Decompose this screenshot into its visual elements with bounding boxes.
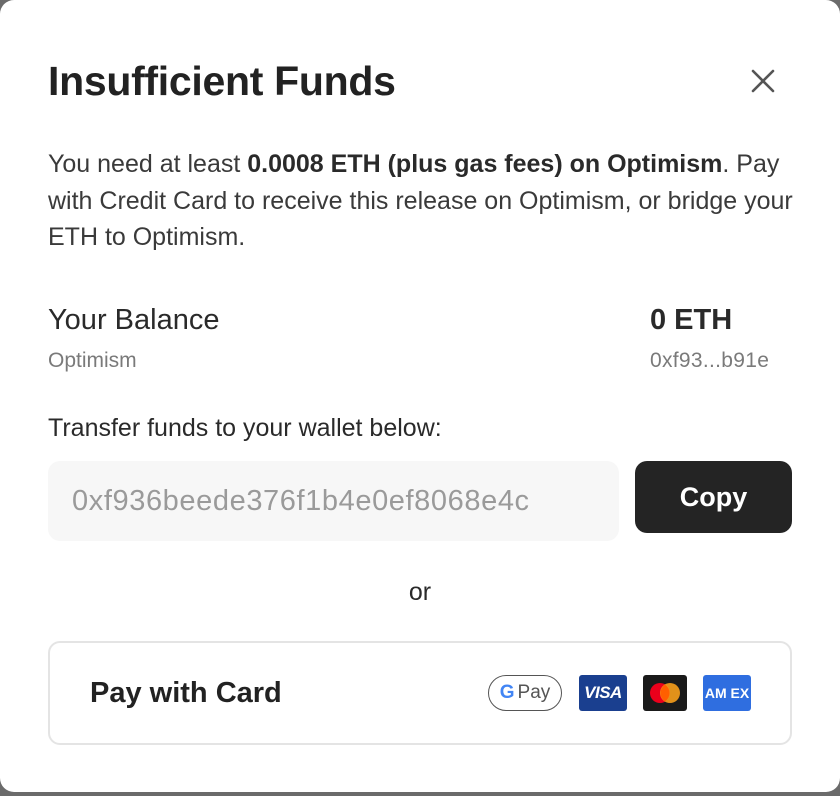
- insufficient-funds-dialog: Insufficient Funds You need at least 0.0…: [0, 0, 840, 792]
- amex-logo: AM EX: [703, 675, 751, 711]
- close-button[interactable]: [746, 64, 780, 98]
- balance-network: Optimism: [48, 349, 137, 372]
- transfer-instruction: Transfer funds to your wallet below:: [48, 414, 442, 442]
- description-prefix: You need at least: [48, 150, 248, 178]
- dialog-description: You need at least 0.0008 ETH (plus gas f…: [48, 146, 798, 256]
- balance-value: 0 ETH: [650, 304, 733, 336]
- wallet-address-short: 0xf93...b91e: [650, 349, 770, 372]
- google-pay-logo: G Pay: [488, 675, 562, 711]
- wallet-address-field[interactable]: [48, 461, 619, 541]
- divider-or: or: [408, 578, 432, 606]
- pay-with-card-label: Pay with Card: [90, 677, 282, 709]
- close-icon: [751, 69, 775, 93]
- mastercard-logo: [643, 675, 687, 711]
- required-amount: 0.0008 ETH (plus gas fees) on Optimism: [247, 150, 723, 178]
- mastercard-circles-icon: [650, 683, 680, 703]
- visa-logo: VISA: [579, 675, 627, 711]
- pay-with-card-button[interactable]: Pay with Card G Pay VISA AM EX: [48, 641, 792, 745]
- dialog-title: Insufficient Funds: [48, 58, 396, 104]
- copy-button[interactable]: Copy: [635, 461, 792, 533]
- google-g-icon: G: [499, 682, 515, 703]
- balance-label: Your Balance: [48, 304, 220, 336]
- wallet-address-input[interactable]: [72, 461, 595, 541]
